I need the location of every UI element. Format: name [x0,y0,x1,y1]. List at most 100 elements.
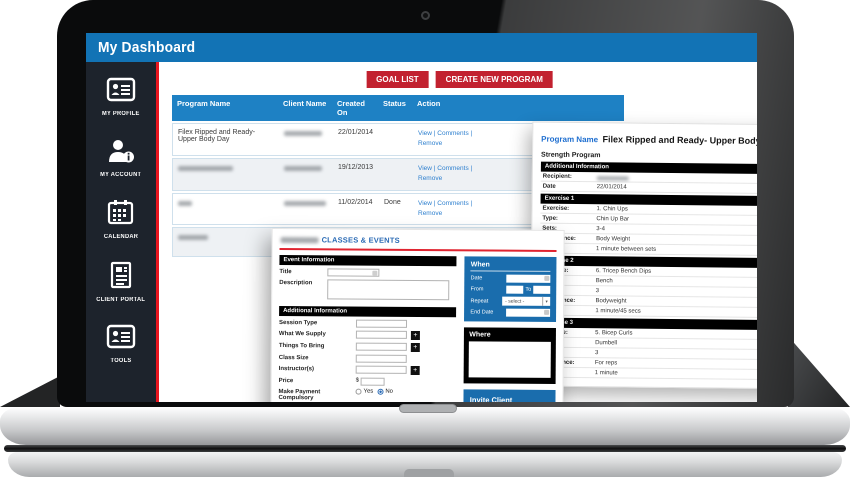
event-side-panels: When Date From To [464,256,557,402]
sidebar-item-tools[interactable]: TOOLS [86,324,156,364]
payment-no-label: No [385,389,393,395]
status-cell [379,128,413,151]
blurred-client-name [284,131,322,136]
instructors-input[interactable] [356,366,407,374]
end-date-input[interactable] [506,309,550,317]
add-bring-button[interactable]: + [411,343,420,352]
program-name-cell [173,232,279,252]
client-name-cell [279,198,333,221]
sidebar-item-label: CLIENT PORTAL [97,297,146,303]
laptop-base-notch [404,469,454,477]
additional-information-header: Additional Information [279,306,456,317]
client-name-cell [279,128,333,151]
created-on-cell: 11/02/2014 [333,198,379,221]
payment-yes-label: Yes [364,389,374,395]
invite-client-panel: Invite Client ADD CLIENT [464,389,556,402]
things-to-bring-row: Things To Bring + [279,342,456,352]
sidebar-item-my-account[interactable]: MY ACCOUNT [86,138,156,178]
what-we-supply-row: What We Supply + [279,330,456,340]
blurred-program-name [178,201,192,206]
invite-client-header: Invite Client [470,395,550,402]
event-form: Event Information Title Description Addi… [278,255,457,402]
sidebar-item-client-portal[interactable]: CLIENT PORTAL [86,261,156,303]
when-header: When [471,261,551,272]
program-name-label: Program Name [541,135,598,145]
column-header-program-name: Program Name [172,98,278,118]
main-content: GOAL LIST CREATE NEW PROGRAM Program Nam… [162,62,757,402]
currency-symbol: $ [356,378,359,384]
created-on-cell: 22/01/2014 [333,128,379,151]
column-header-status: Status [378,98,412,118]
program-name-cell [173,198,279,221]
price-row: Price $ [279,377,456,386]
payment-no-radio[interactable] [377,389,383,395]
table-header-row: Program Name Client Name Created On Stat… [172,95,624,121]
date-input[interactable] [506,275,550,283]
where-textarea[interactable] [469,341,551,378]
blurred-client-name [284,201,326,206]
session-type-input[interactable] [356,320,407,328]
what-we-supply-input[interactable] [356,331,407,339]
program-title: Filex Ripped and Ready- Upper Body Day [603,134,757,146]
payment-compulsory-row: Make Payment Compulsory Yes No [278,388,455,402]
from-time-input[interactable] [506,286,523,294]
class-size-row: Class Size [279,354,456,363]
add-instructor-button[interactable]: + [411,366,420,375]
created-on-cell: 19/12/2013 [333,163,379,186]
laptop-hinge-notch [399,404,457,413]
laptop-screen: My Dashboard MY PROFILE MY ACCOUNT CALEN… [86,33,757,402]
client-name-cell [279,163,333,186]
sidebar-item-label: MY ACCOUNT [100,172,141,178]
event-information-header: Event Information [279,255,456,266]
to-label: To [525,287,531,293]
payment-yes-radio[interactable] [356,389,362,395]
sidebar-item-my-profile[interactable]: MY PROFILE [86,77,156,117]
app-header: My Dashboard [86,33,757,62]
description-field-row: Description [279,279,456,300]
blurred-client-name [284,166,322,171]
webcam-icon [421,11,430,20]
date-row: Date [471,274,551,283]
repeat-row: Repeat - select - ▾ [470,296,550,306]
goal-list-button[interactable]: GOAL LIST [366,71,429,88]
page-title: My Dashboard [98,39,195,56]
laptop-mockup: My Dashboard MY PROFILE MY ACCOUNT CALEN… [0,0,850,477]
class-size-input[interactable] [356,355,407,363]
blurred-recipient [597,176,629,180]
price-input[interactable] [361,378,385,386]
classes-events-popup: CLASSES & EVENTS Event Information Title… [270,228,564,402]
sidebar: MY PROFILE MY ACCOUNT CALENDAR CLIENT PO… [86,62,159,402]
blurred-program-name [178,166,233,171]
laptop-lid-left-edge [0,376,60,407]
chevron-updown-icon: ▾ [542,297,550,306]
repeat-select-value: - select - [505,298,524,304]
sidebar-item-calendar[interactable]: CALENDAR [86,199,156,240]
to-time-input[interactable] [533,286,550,294]
session-type-row: Session Type [279,319,456,328]
create-new-program-button[interactable]: CREATE NEW PROGRAM [436,71,553,88]
blurred-program-name [178,235,208,240]
toolbar: GOAL LIST CREATE NEW PROGRAM [366,71,553,88]
detail-row: Rest:1 minute/45 secs [539,306,757,319]
status-cell: Done [379,198,413,221]
sidebar-item-label: CALENDAR [104,234,138,240]
instructors-row: Instructor(s) + [279,365,456,375]
description-textarea[interactable] [327,279,449,300]
things-to-bring-input[interactable] [356,343,407,351]
repeat-select[interactable]: - select - ▾ [502,297,550,306]
calendar-mini-icon [372,271,377,276]
from-to-row: From To [471,285,551,294]
program-popup-title: Program Name Filex Ripped and Ready- Upp… [541,129,757,150]
program-name-cell [173,163,279,186]
blurred-brand-name [281,237,319,243]
id-card-icon [106,324,136,355]
user-info-icon [107,138,135,169]
sidebar-item-label: TOOLS [111,358,132,364]
where-header: Where [469,331,551,339]
where-panel: Where [464,327,556,384]
document-icon [108,261,134,294]
column-header-action: Action [412,98,624,118]
add-supply-button[interactable]: + [411,331,420,340]
title-input[interactable] [327,268,379,276]
calendar-mini-icon [544,310,549,315]
